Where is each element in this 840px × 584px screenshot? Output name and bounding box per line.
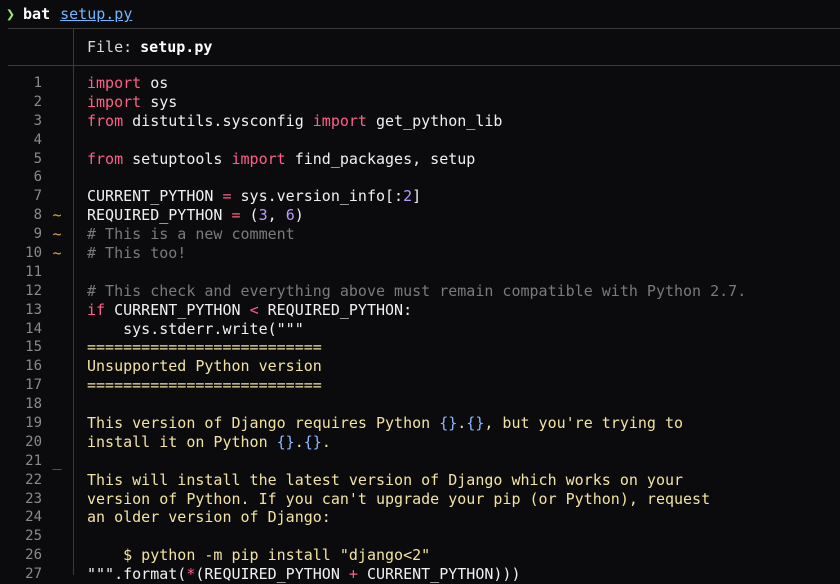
modified-line-marker: ~ — [52, 206, 62, 225]
modified-line-marker: ~ — [52, 225, 62, 244]
deleted-line-marker: _ — [52, 451, 62, 470]
line-number: 6 — [33, 169, 42, 186]
line-text: ========================== — [87, 338, 322, 357]
line-text: install it on Python {}.{}. — [87, 432, 331, 451]
line-number: 17 — [25, 377, 42, 394]
line-number: 10 — [25, 245, 42, 262]
command-argument-link[interactable]: setup.py — [60, 5, 132, 23]
file-label: File: — [87, 38, 133, 56]
line-text: from setuptools import find_packages, se… — [87, 149, 476, 168]
line-number: 20 — [25, 433, 42, 450]
line-number: 21 — [25, 452, 42, 469]
command-name: bat — [23, 5, 51, 23]
header-divider — [8, 65, 840, 66]
line-number: 3 — [33, 112, 42, 129]
line-text: from distutils.sysconfig import get_pyth… — [87, 111, 503, 130]
line-text: import os — [87, 74, 169, 92]
line-number: 1 — [33, 75, 42, 91]
line-number: 16 — [25, 358, 42, 375]
line-number: 2 — [33, 93, 42, 110]
line-number: 22 — [25, 471, 42, 488]
line-number: 25 — [25, 528, 42, 545]
line-text: import sys — [87, 92, 178, 111]
line-number: 9 — [33, 226, 42, 243]
line-number: 13 — [25, 301, 42, 318]
line-text: This version of Django requires Python {… — [87, 414, 684, 433]
file-header: File: setup.py — [87, 36, 212, 58]
prompt-arrow-icon: ❯ — [6, 5, 16, 23]
line-text: if CURRENT_PYTHON < REQUIRED_PYTHON: — [87, 300, 413, 319]
line-number: 18 — [25, 396, 42, 413]
top-divider — [8, 28, 840, 29]
line-text: # This too! — [87, 244, 187, 263]
line-text: ========================== — [87, 376, 322, 395]
line-text: # This check and everything above must r… — [87, 281, 747, 300]
line-text: REQUIRED_PYTHON = (3, 6) — [87, 206, 304, 225]
line-number: 5 — [33, 150, 42, 167]
line-number: 11 — [25, 263, 42, 280]
line-number: 7 — [33, 188, 42, 205]
line-text: This will install the latest version of … — [87, 470, 684, 489]
line-text: Unsupported Python version — [87, 357, 322, 376]
line-number: 8 — [33, 207, 42, 224]
line-number: 19 — [25, 415, 42, 432]
line-number: 12 — [25, 282, 42, 299]
file-name: setup.py — [140, 38, 213, 56]
line-text: sys.stderr.write(""" — [87, 319, 304, 338]
line-number: 26 — [25, 547, 42, 564]
line-text: an older version of Django: — [87, 508, 331, 527]
line-text: $ python -m pip install "django<2" — [87, 546, 431, 565]
line-text: version of Python. If you can't upgrade … — [87, 489, 711, 508]
line-text: # This is a new comment — [87, 225, 295, 244]
line-number: 24 — [25, 509, 42, 526]
line-number: 14 — [25, 320, 42, 337]
line-number: 15 — [25, 339, 42, 356]
modified-line-marker: ~ — [52, 244, 62, 263]
line-number: 4 — [33, 131, 42, 148]
line-text: CURRENT_PYTHON = sys.version_info[:2] — [87, 187, 422, 206]
line-number: 23 — [25, 490, 42, 507]
gutter-divider — [73, 28, 74, 575]
terminal-prompt-line: ❯ bat setup.py — [0, 0, 840, 28]
